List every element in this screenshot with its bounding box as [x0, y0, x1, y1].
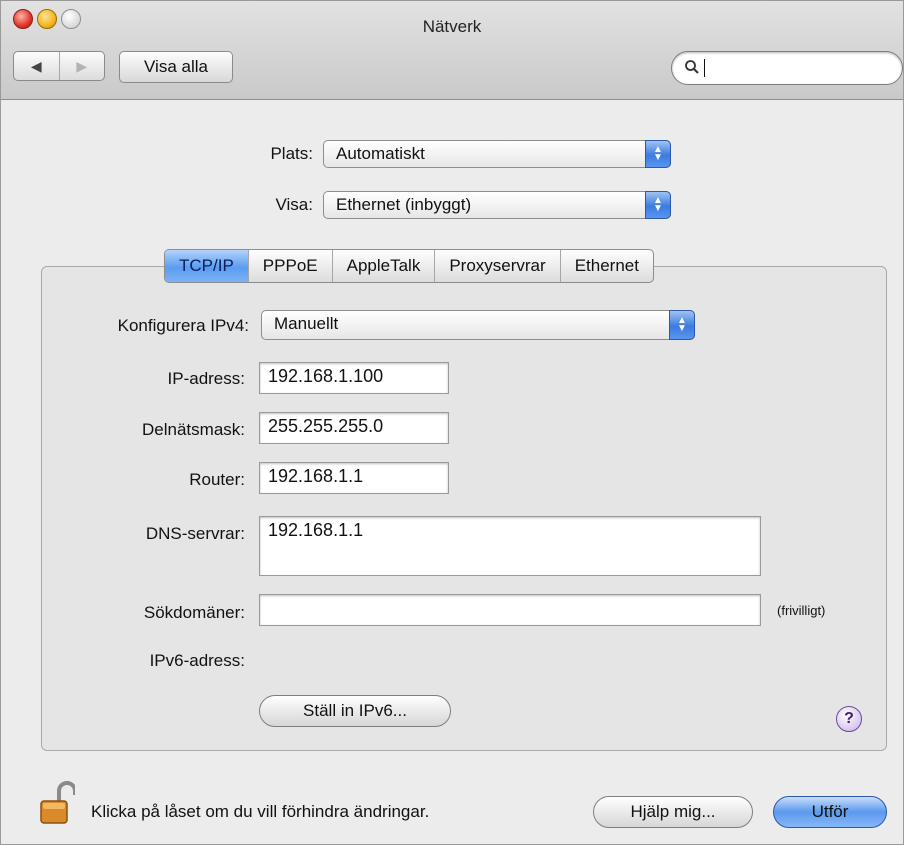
search-icon: [684, 59, 700, 80]
popup-arrows-icon: ▲ ▼: [645, 191, 671, 219]
configure-ipv6-button[interactable]: Ställ in IPv6...: [259, 695, 451, 727]
ip-address-label: IP-adress:: [167, 369, 245, 388]
subnet-mask-field[interactable]: 255.255.255.0: [259, 412, 449, 444]
show-popup[interactable]: Ethernet (inbyggt) ▲ ▼: [323, 191, 671, 219]
dns-servers-field[interactable]: 192.168.1.1: [259, 516, 761, 576]
dns-servers-label: DNS-servrar:: [145, 524, 245, 543]
tab-pppoe[interactable]: PPPoE: [247, 250, 332, 282]
tab-bar: TCP/IP PPPoE AppleTalk Proxyservrar Ethe…: [164, 249, 654, 283]
location-popup[interactable]: Automatiskt ▲ ▼: [323, 140, 671, 168]
configure-ipv4-popup[interactable]: Manuellt ▲ ▼: [261, 310, 695, 340]
configure-ipv4-label: Konfigurera IPv4:: [117, 316, 249, 335]
back-arrow-icon: ◀: [30, 57, 42, 74]
back-forward-control: ◀ ▶: [13, 51, 105, 81]
subnet-mask-label: Delnätsmask:: [142, 420, 245, 439]
search-domains-field[interactable]: [259, 594, 761, 626]
optional-note: (frivilligt): [777, 603, 826, 618]
ipv6-address-label: IPv6-adress:: [149, 651, 245, 670]
text-caret: [704, 59, 705, 77]
forward-button[interactable]: ▶: [58, 52, 105, 80]
tab-tcpip[interactable]: TCP/IP: [165, 250, 248, 282]
network-preferences-window: Nätverk ◀ ▶ Visa alla Plats: Automatiskt…: [0, 0, 904, 845]
show-all-button[interactable]: Visa alla: [119, 51, 233, 83]
location-label: Plats:: [270, 144, 313, 163]
tab-proxies[interactable]: Proxyservrar: [434, 250, 559, 282]
location-value: Automatiskt: [336, 144, 425, 163]
ip-address-field[interactable]: 192.168.1.100: [259, 362, 449, 394]
back-button[interactable]: ◀: [14, 52, 59, 80]
tab-appletalk[interactable]: AppleTalk: [331, 250, 435, 282]
question-icon: ?: [844, 710, 854, 727]
search-field[interactable]: [671, 51, 903, 85]
help-button[interactable]: ?: [836, 706, 862, 732]
tab-ethernet[interactable]: Ethernet: [559, 250, 653, 282]
apply-button[interactable]: Utför: [773, 796, 887, 828]
forward-arrow-icon: ▶: [76, 57, 88, 74]
window-title: Nätverk: [422, 17, 482, 36]
router-label: Router:: [189, 470, 245, 489]
popup-arrows-icon: ▲ ▼: [669, 310, 695, 340]
lock-hint-text: Klicka på låset om du vill förhindra änd…: [91, 802, 430, 821]
configure-ipv4-value: Manuellt: [274, 314, 339, 333]
router-field[interactable]: 192.168.1.1: [259, 462, 449, 494]
assist-me-button[interactable]: Hjälp mig...: [593, 796, 753, 828]
search-domains-label: Sökdomäner:: [143, 603, 245, 622]
popup-arrows-icon: ▲ ▼: [645, 140, 671, 168]
show-value: Ethernet (inbyggt): [336, 195, 472, 214]
window-toolbar: Nätverk ◀ ▶ Visa alla: [1, 1, 903, 100]
padlock-open-icon[interactable]: [39, 781, 77, 825]
show-label: Visa:: [275, 195, 314, 214]
